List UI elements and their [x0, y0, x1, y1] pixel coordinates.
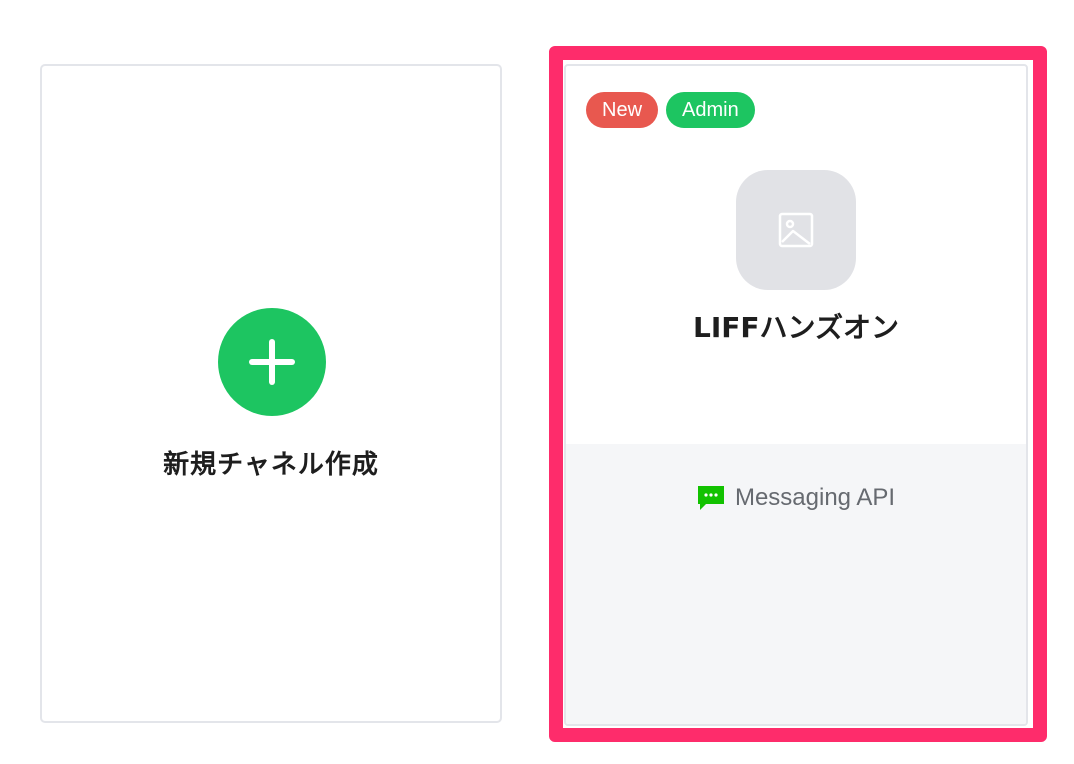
create-channel-card[interactable]: 新規チャネル作成 [40, 64, 502, 723]
channel-grid: 新規チャネル作成 New Admin LIFFハンズオン Messaging A… [0, 0, 1074, 764]
plus-icon [218, 308, 326, 416]
create-channel-label: 新規チャネル作成 [163, 450, 379, 480]
selection-highlight [549, 46, 1047, 742]
